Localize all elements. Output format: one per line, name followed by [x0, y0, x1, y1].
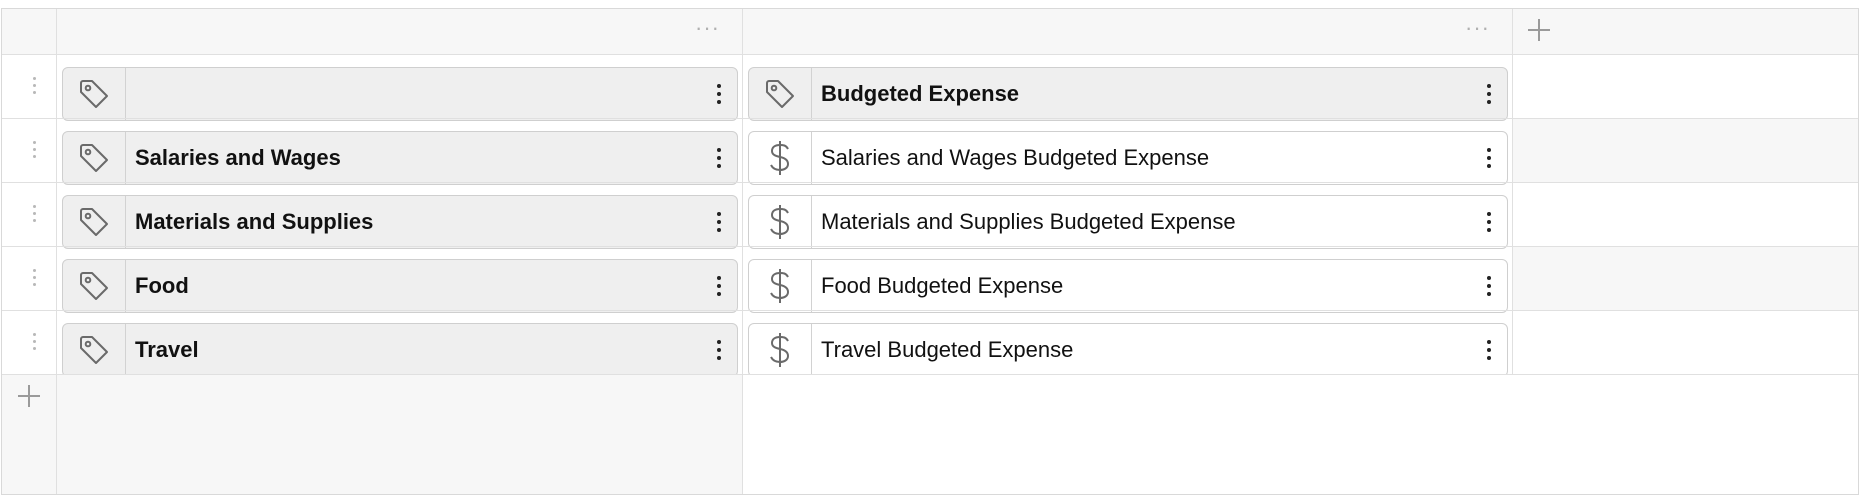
add-row-cell: [2, 375, 56, 494]
dollar-icon: [749, 196, 812, 248]
value-cell: Budgeted Expense: [743, 55, 1512, 121]
corner-cell: [2, 9, 56, 54]
empty-cell: [1513, 119, 1858, 182]
drag-handle-icon[interactable]: [26, 139, 44, 165]
value-card[interactable]: Salaries and Wages Budgeted Expense: [748, 131, 1508, 185]
key-cell: Salaries and Wages: [57, 119, 742, 185]
table-row: Food Food Budgeted Expense: [2, 247, 1858, 313]
add-column-button[interactable]: [1526, 17, 1552, 43]
value-card[interactable]: Food Budgeted Expense: [748, 259, 1508, 313]
key-card[interactable]: Materials and Supplies: [62, 195, 738, 249]
key-label: Travel: [135, 337, 199, 362]
kebab-menu-icon[interactable]: [711, 196, 727, 248]
kebab-menu-icon[interactable]: [711, 260, 727, 312]
table-row: Budgeted Expense: [2, 55, 1858, 121]
table-grid: ··· ··· Budgeted Expense Salaries and Wag…: [1, 8, 1859, 495]
drag-handle-icon[interactable]: [26, 75, 44, 101]
empty-cell: [1513, 55, 1858, 118]
key-label: Food: [135, 273, 189, 298]
value-label: Travel Budgeted Expense: [821, 337, 1074, 362]
table-row: Materials and Supplies Materials and Supp…: [2, 183, 1858, 249]
value-card[interactable]: Materials and Supplies Budgeted Expense: [748, 195, 1508, 249]
footer-cell-left: [57, 375, 742, 494]
empty-cell: [1513, 311, 1858, 374]
footer-cell-right: [743, 375, 1858, 494]
footer-row: [2, 375, 1858, 494]
tag-icon: [749, 68, 812, 120]
plus-icon: [1528, 19, 1550, 41]
column-header-left[interactable]: ···: [57, 9, 742, 54]
dollar-icon: [749, 260, 812, 312]
table-row: Travel Travel Budgeted Expense: [2, 311, 1858, 377]
column-menu-left[interactable]: ···: [695, 17, 720, 39]
row-handle-cell[interactable]: [2, 119, 56, 182]
row-handle-cell[interactable]: [2, 183, 56, 246]
value-label: Materials and Supplies Budgeted Expense: [821, 209, 1236, 234]
value-label: Budgeted Expense: [821, 81, 1020, 106]
tag-icon: [63, 132, 126, 184]
value-label: Food Budgeted Expense: [821, 273, 1064, 298]
empty-cell: [1513, 183, 1858, 246]
key-cell: [57, 55, 742, 121]
value-cell: Food Budgeted Expense: [743, 247, 1512, 313]
value-cell: Salaries and Wages Budgeted Expense: [743, 119, 1512, 185]
key-card[interactable]: Salaries and Wages: [62, 131, 738, 185]
tag-icon: [63, 196, 126, 248]
tag-icon: [63, 68, 126, 120]
value-cell: Travel Budgeted Expense: [743, 311, 1512, 377]
key-card[interactable]: [62, 67, 738, 121]
row-handle-cell[interactable]: [2, 311, 56, 374]
tag-icon: [63, 260, 126, 312]
key-cell: Food: [57, 247, 742, 313]
row-handle-cell[interactable]: [2, 247, 56, 310]
kebab-menu-icon[interactable]: [1481, 324, 1497, 376]
empty-cell: [1513, 247, 1858, 310]
kebab-menu-icon[interactable]: [711, 324, 727, 376]
add-row-button[interactable]: [16, 383, 42, 409]
key-label: Salaries and Wages: [135, 145, 341, 170]
column-header-right[interactable]: ···: [743, 9, 1512, 54]
value-card[interactable]: Travel Budgeted Expense: [748, 323, 1508, 377]
key-cell: Materials and Supplies: [57, 183, 742, 249]
key-card[interactable]: Food: [62, 259, 738, 313]
drag-handle-icon[interactable]: [26, 203, 44, 229]
value-card[interactable]: Budgeted Expense: [748, 67, 1508, 121]
dollar-icon: [749, 132, 812, 184]
plus-icon: [18, 385, 40, 407]
drag-handle-icon[interactable]: [26, 267, 44, 293]
key-label: Materials and Supplies: [135, 209, 374, 234]
tag-icon: [63, 324, 126, 376]
kebab-menu-icon[interactable]: [1481, 196, 1497, 248]
column-menu-right[interactable]: ···: [1465, 17, 1490, 39]
drag-handle-icon[interactable]: [26, 331, 44, 357]
value-label: Salaries and Wages Budgeted Expense: [821, 145, 1210, 170]
dollar-icon: [749, 324, 812, 376]
kebab-menu-icon[interactable]: [1481, 260, 1497, 312]
key-cell: Travel: [57, 311, 742, 377]
row-handle-cell[interactable]: [2, 55, 56, 118]
table-row: Salaries and Wages Salaries and Wages Bud…: [2, 119, 1858, 185]
kebab-menu-icon[interactable]: [711, 132, 727, 184]
add-column-cell: [1513, 9, 1858, 54]
key-card[interactable]: Travel: [62, 323, 738, 377]
kebab-menu-icon[interactable]: [1481, 68, 1497, 120]
value-cell: Materials and Supplies Budgeted Expense: [743, 183, 1512, 249]
column-header-row: ··· ···: [2, 9, 1858, 54]
kebab-menu-icon[interactable]: [711, 68, 727, 120]
kebab-menu-icon[interactable]: [1481, 132, 1497, 184]
